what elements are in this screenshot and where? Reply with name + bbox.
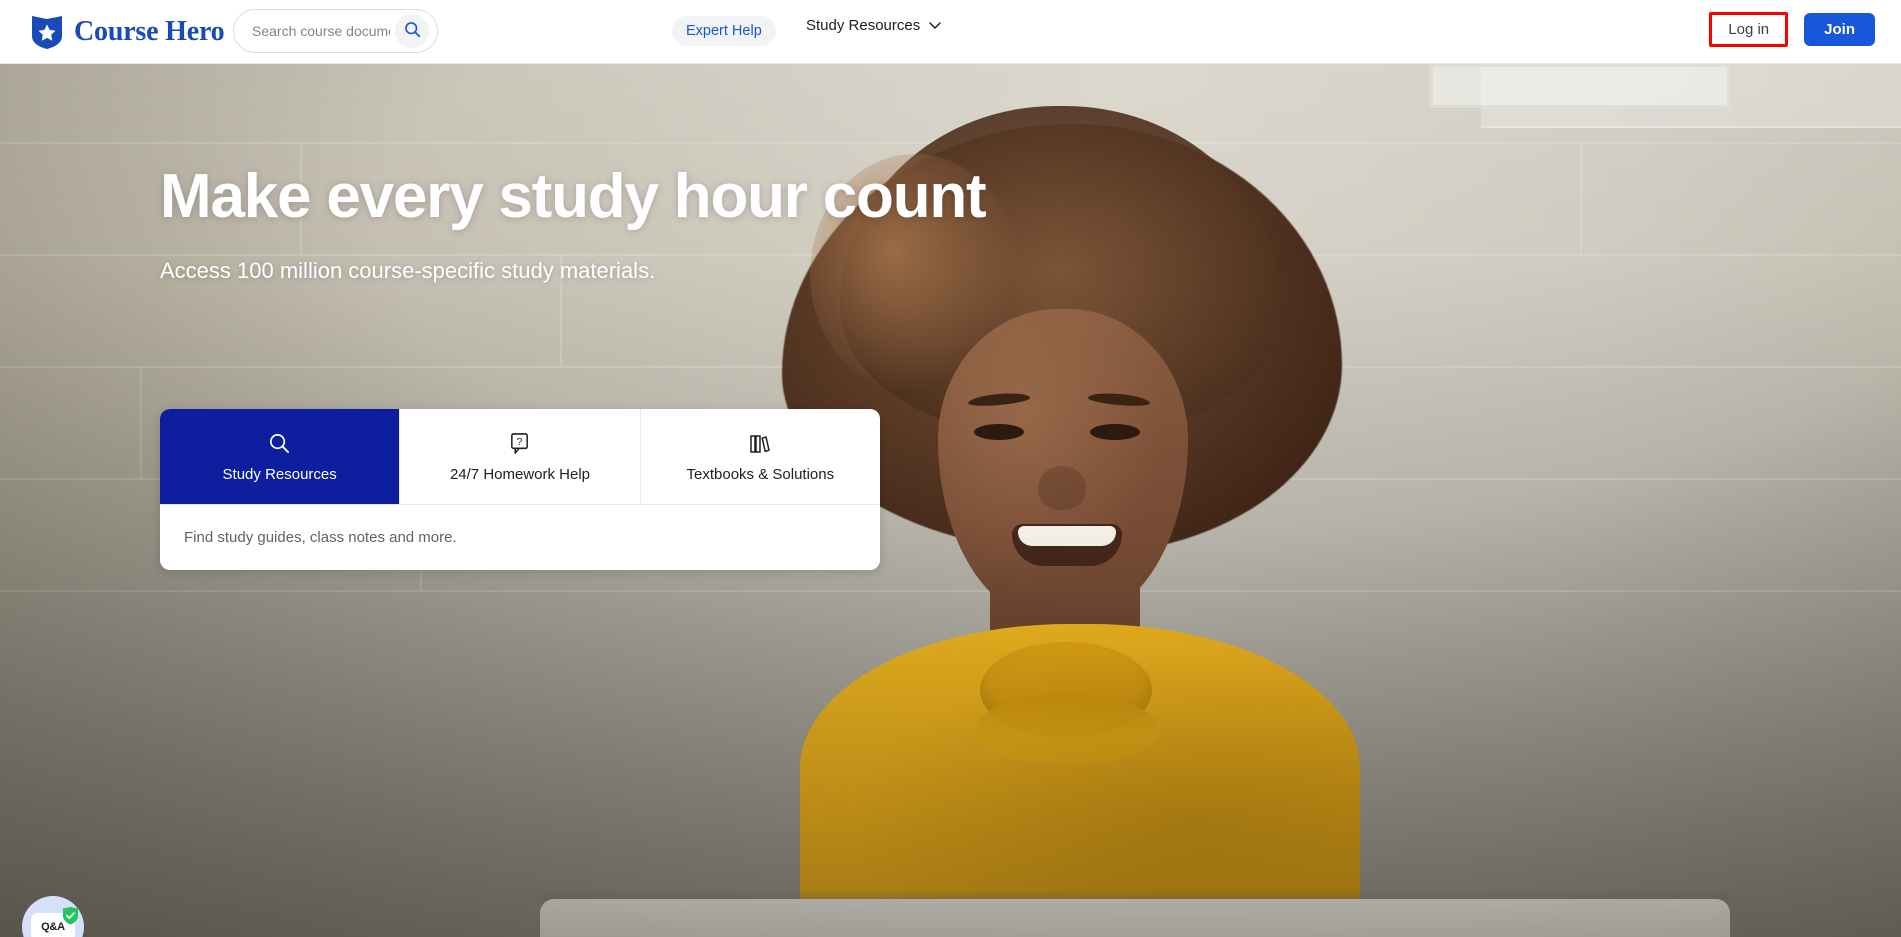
hero-title: Make every study hour count (160, 162, 987, 231)
course-hero-logo[interactable]: Course Hero (30, 14, 225, 50)
tab-list: Study Resources ? 24/7 Homework Help Tex… (160, 409, 880, 504)
expert-help-button[interactable]: Expert Help (672, 16, 776, 46)
tab-label: Textbooks & Solutions (686, 465, 835, 483)
shield-star-icon (30, 14, 64, 50)
green-shield-check-icon (62, 907, 79, 925)
chevron-down-icon (929, 22, 941, 29)
site-header: Course Hero Expert Help Study Resources (0, 0, 1901, 64)
books-icon (748, 431, 772, 457)
svg-text:?: ? (517, 436, 523, 448)
hero-subtitle: Access 100 million course-specific study… (160, 257, 656, 283)
qa-bubble-icon: Q&A (31, 907, 78, 937)
question-bubble-icon: ? (508, 431, 531, 457)
search-type-card: Study Resources ? 24/7 Homework Help Tex… (160, 409, 880, 570)
tab-label: 24/7 Homework Help (449, 465, 591, 483)
tab-homework-help[interactable]: ? 24/7 Homework Help (400, 409, 641, 504)
tab-panel[interactable]: Find study guides, class notes and more. (160, 504, 880, 570)
tab-textbooks-solutions[interactable]: Textbooks & Solutions (640, 409, 880, 504)
search-input[interactable] (252, 11, 390, 51)
logo-text: Course Hero (74, 15, 225, 47)
join-button[interactable]: Join (1804, 13, 1875, 46)
tab-label: Study Resources (222, 465, 337, 483)
search-icon (268, 431, 291, 457)
study-resources-menu[interactable]: Study Resources (806, 17, 941, 34)
login-highlight-box: Log in (1709, 12, 1789, 47)
hero-section: Make every study hour count Access 100 m… (0, 64, 1901, 937)
search-button[interactable] (395, 14, 429, 48)
tab-panel-text: Find study guides, class notes and more. (184, 529, 457, 546)
search-bar[interactable] (233, 9, 438, 53)
study-resources-label: Study Resources (806, 17, 921, 34)
hero-copy: Make every study hour count Access 100 m… (160, 162, 987, 284)
log-in-button[interactable]: Log in (1714, 16, 1784, 43)
course-hero-homepage: Course Hero Expert Help Study Resources (0, 0, 1901, 937)
search-icon (404, 21, 421, 41)
auth-actions: Log in Join (1709, 12, 1875, 47)
tab-study-resources[interactable]: Study Resources (160, 409, 401, 504)
